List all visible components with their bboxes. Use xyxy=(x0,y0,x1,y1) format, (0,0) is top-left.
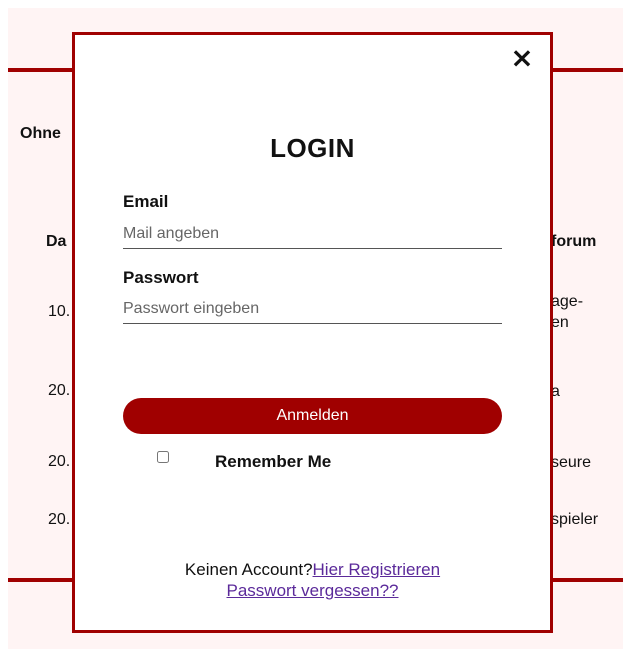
intro-text: Ohne xyxy=(20,125,61,142)
password-field[interactable] xyxy=(123,295,502,324)
login-modal: × LOGIN Email Passwort Anmelden Remember… xyxy=(72,32,553,633)
login-title: LOGIN xyxy=(270,133,355,163)
modal-footer: Keinen Account?Hier Registrieren Passwor… xyxy=(75,559,550,601)
column-left-header: Da xyxy=(46,233,67,250)
password-label: Passwort xyxy=(123,268,199,287)
remember-me-label: Remember Me xyxy=(215,452,332,471)
table-cell-right: en xyxy=(551,314,569,331)
table-cell-left: 20. xyxy=(48,453,71,470)
table-cell-right: spieler xyxy=(551,511,599,528)
login-button[interactable]: Anmelden xyxy=(123,398,502,434)
no-account-text: Keinen Account? xyxy=(184,560,313,579)
table-cell-right: seure xyxy=(551,454,592,471)
email-label: Email xyxy=(123,192,169,211)
table-cell-right: age- xyxy=(551,293,584,310)
remember-me-checkbox[interactable] xyxy=(157,451,169,463)
forgot-password-link[interactable]: Passwort vergessen?? xyxy=(227,581,399,600)
email-field[interactable] xyxy=(123,220,502,249)
table-cell-left: 20. xyxy=(48,382,71,399)
close-icon[interactable]: × xyxy=(509,44,535,72)
register-link[interactable]: Hier Registrieren xyxy=(313,560,441,579)
table-cell-left: 10. xyxy=(48,303,71,320)
table-cell-left: 20. xyxy=(48,511,71,528)
column-right-header: forum xyxy=(551,233,597,250)
